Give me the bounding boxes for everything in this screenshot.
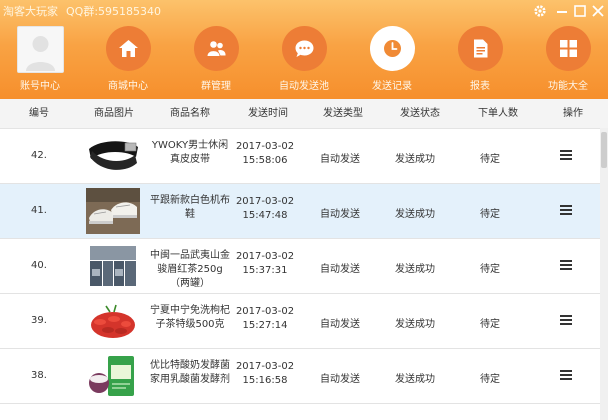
home-icon bbox=[118, 40, 138, 57]
send-time: 2017-03-02 15:58:06 bbox=[230, 140, 300, 168]
send-type: 自动发送 bbox=[320, 374, 360, 385]
qq-group-label: QQ群:595185340 bbox=[66, 5, 162, 18]
send-clock: 15:58:06 bbox=[242, 155, 288, 166]
settings-gear-icon[interactable] bbox=[531, 2, 549, 20]
user-avatar-icon bbox=[18, 27, 63, 72]
vertical-scrollbar[interactable] bbox=[600, 128, 608, 420]
product-image-yogurt bbox=[86, 353, 140, 399]
chat-icon bbox=[295, 40, 313, 57]
col-header-name: 商品名称 bbox=[170, 108, 210, 119]
col-header-status: 发送状态 bbox=[400, 108, 440, 119]
send-type: 自动发送 bbox=[320, 264, 360, 275]
row-id: 38. bbox=[31, 370, 47, 381]
send-status: 发送成功 bbox=[395, 264, 435, 275]
document-icon bbox=[473, 39, 487, 58]
avatar[interactable] bbox=[17, 26, 64, 73]
row-menu-icon[interactable] bbox=[556, 313, 576, 327]
nav-label: 功能大全 bbox=[548, 81, 588, 92]
row-menu-icon[interactable] bbox=[556, 203, 576, 217]
grid-icon bbox=[559, 40, 577, 57]
row-id: 41. bbox=[31, 205, 47, 216]
send-status: 发送成功 bbox=[395, 319, 435, 330]
product-name: 宁夏中宁免洗枸杞子茶特级500克 bbox=[150, 305, 230, 330]
nav-label: 群管理 bbox=[201, 81, 231, 92]
nav-group-management[interactable]: 群管理 bbox=[172, 26, 260, 92]
send-date: 2017-03-02 bbox=[235, 196, 295, 207]
nav-features[interactable]: 功能大全 bbox=[524, 26, 608, 92]
nav-label: 发送记录 bbox=[372, 81, 412, 92]
send-time: 2017-03-02 15:27:14 bbox=[230, 305, 300, 333]
product-name: 优比特酸奶发酵菌家用乳酸菌发酵剂 bbox=[150, 360, 230, 385]
table-header: 编号 商品图片 商品名称 发送时间 发送类型 发送状态 下单人数 操作 bbox=[0, 99, 608, 129]
app-window: 淘客大玩家 QQ群:595185340 账号中心 商城中心 群管理 自动发送池 … bbox=[0, 0, 608, 420]
row-id: 42. bbox=[31, 150, 47, 161]
col-header-id: 编号 bbox=[29, 108, 49, 119]
close-icon[interactable] bbox=[589, 2, 607, 20]
send-clock: 15:47:48 bbox=[242, 210, 288, 221]
table-row[interactable]: 40. 中闽一品武夷山金骏眉红茶250g（两罐） 2017-03-02 15:3… bbox=[0, 239, 600, 294]
col-header-image: 商品图片 bbox=[94, 108, 134, 119]
send-clock: 15:27:14 bbox=[242, 320, 288, 331]
row-menu-icon[interactable] bbox=[556, 258, 576, 272]
send-status: 发送成功 bbox=[395, 209, 435, 220]
row-id: 40. bbox=[31, 260, 47, 271]
account-center-label[interactable]: 账号中心 bbox=[0, 77, 80, 92]
row-menu-icon[interactable] bbox=[556, 148, 576, 162]
nav-auto-send-pool[interactable]: 自动发送池 bbox=[260, 26, 348, 92]
group-icon bbox=[207, 41, 226, 56]
nav-send-records[interactable]: 发送记录 bbox=[348, 26, 436, 92]
send-time: 2017-03-02 15:37:31 bbox=[230, 250, 300, 278]
send-status: 发送成功 bbox=[395, 154, 435, 165]
product-image-tea bbox=[86, 243, 140, 289]
order-count: 待定 bbox=[480, 319, 500, 330]
product-image-goji bbox=[86, 298, 140, 344]
table-row[interactable]: 41. 平跟新款白色机布鞋 2017-03-02 15:47:48 自动发送 发… bbox=[0, 184, 600, 239]
product-name: 中闽一品武夷山金骏眉红茶250g（两罐） bbox=[150, 250, 230, 289]
header-bar: 淘客大玩家 QQ群:595185340 账号中心 商城中心 群管理 自动发送池 … bbox=[0, 0, 608, 99]
product-image-shoes bbox=[86, 188, 140, 234]
col-header-time: 发送时间 bbox=[248, 108, 288, 119]
send-type: 自动发送 bbox=[320, 319, 360, 330]
window-title: 淘客大玩家 bbox=[3, 5, 58, 18]
table-row[interactable]: 42. YWOKY男士休闲真皮皮带 2017-03-02 15:58:06 自动… bbox=[0, 129, 600, 184]
col-header-type: 发送类型 bbox=[323, 108, 363, 119]
product-name: 平跟新款白色机布鞋 bbox=[150, 195, 230, 220]
order-count: 待定 bbox=[480, 374, 500, 385]
nav-mall-center[interactable]: 商城中心 bbox=[84, 26, 172, 92]
order-count: 待定 bbox=[480, 209, 500, 220]
nav-label: 报表 bbox=[470, 81, 490, 92]
table-row[interactable]: 39. 宁夏中宁免洗枸杞子茶特级500克 2017-03-02 15:27:14… bbox=[0, 294, 600, 349]
send-time: 2017-03-02 15:47:48 bbox=[230, 195, 300, 223]
send-type: 自动发送 bbox=[320, 154, 360, 165]
send-date: 2017-03-02 bbox=[235, 141, 295, 152]
scrollbar-thumb[interactable] bbox=[601, 132, 607, 168]
product-name: YWOKY男士休闲真皮皮带 bbox=[151, 140, 229, 165]
send-date: 2017-03-02 bbox=[235, 306, 295, 317]
send-status: 发送成功 bbox=[395, 374, 435, 385]
send-time: 2017-03-02 15:16:58 bbox=[230, 360, 300, 388]
send-clock: 15:37:31 bbox=[242, 265, 288, 276]
col-header-orders: 下单人数 bbox=[478, 108, 518, 119]
row-menu-icon[interactable] bbox=[556, 368, 576, 382]
send-clock: 15:16:58 bbox=[242, 375, 288, 386]
col-header-action: 操作 bbox=[563, 108, 583, 119]
send-date: 2017-03-02 bbox=[235, 251, 295, 262]
nav-label: 商城中心 bbox=[108, 81, 148, 92]
minimize-icon[interactable] bbox=[553, 2, 571, 20]
nav-reports[interactable]: 报表 bbox=[436, 26, 524, 92]
nav-label: 自动发送池 bbox=[279, 81, 329, 92]
send-type: 自动发送 bbox=[320, 209, 360, 220]
order-count: 待定 bbox=[480, 264, 500, 275]
clock-icon bbox=[383, 40, 401, 57]
order-count: 待定 bbox=[480, 154, 500, 165]
table-row[interactable]: 38. 优比特酸奶发酵菌家用乳酸菌发酵剂 2017-03-02 15:16:58… bbox=[0, 349, 600, 404]
maximize-icon[interactable] bbox=[571, 2, 589, 20]
send-date: 2017-03-02 bbox=[235, 361, 295, 372]
row-id: 39. bbox=[31, 315, 47, 326]
product-image-belt bbox=[86, 133, 140, 179]
